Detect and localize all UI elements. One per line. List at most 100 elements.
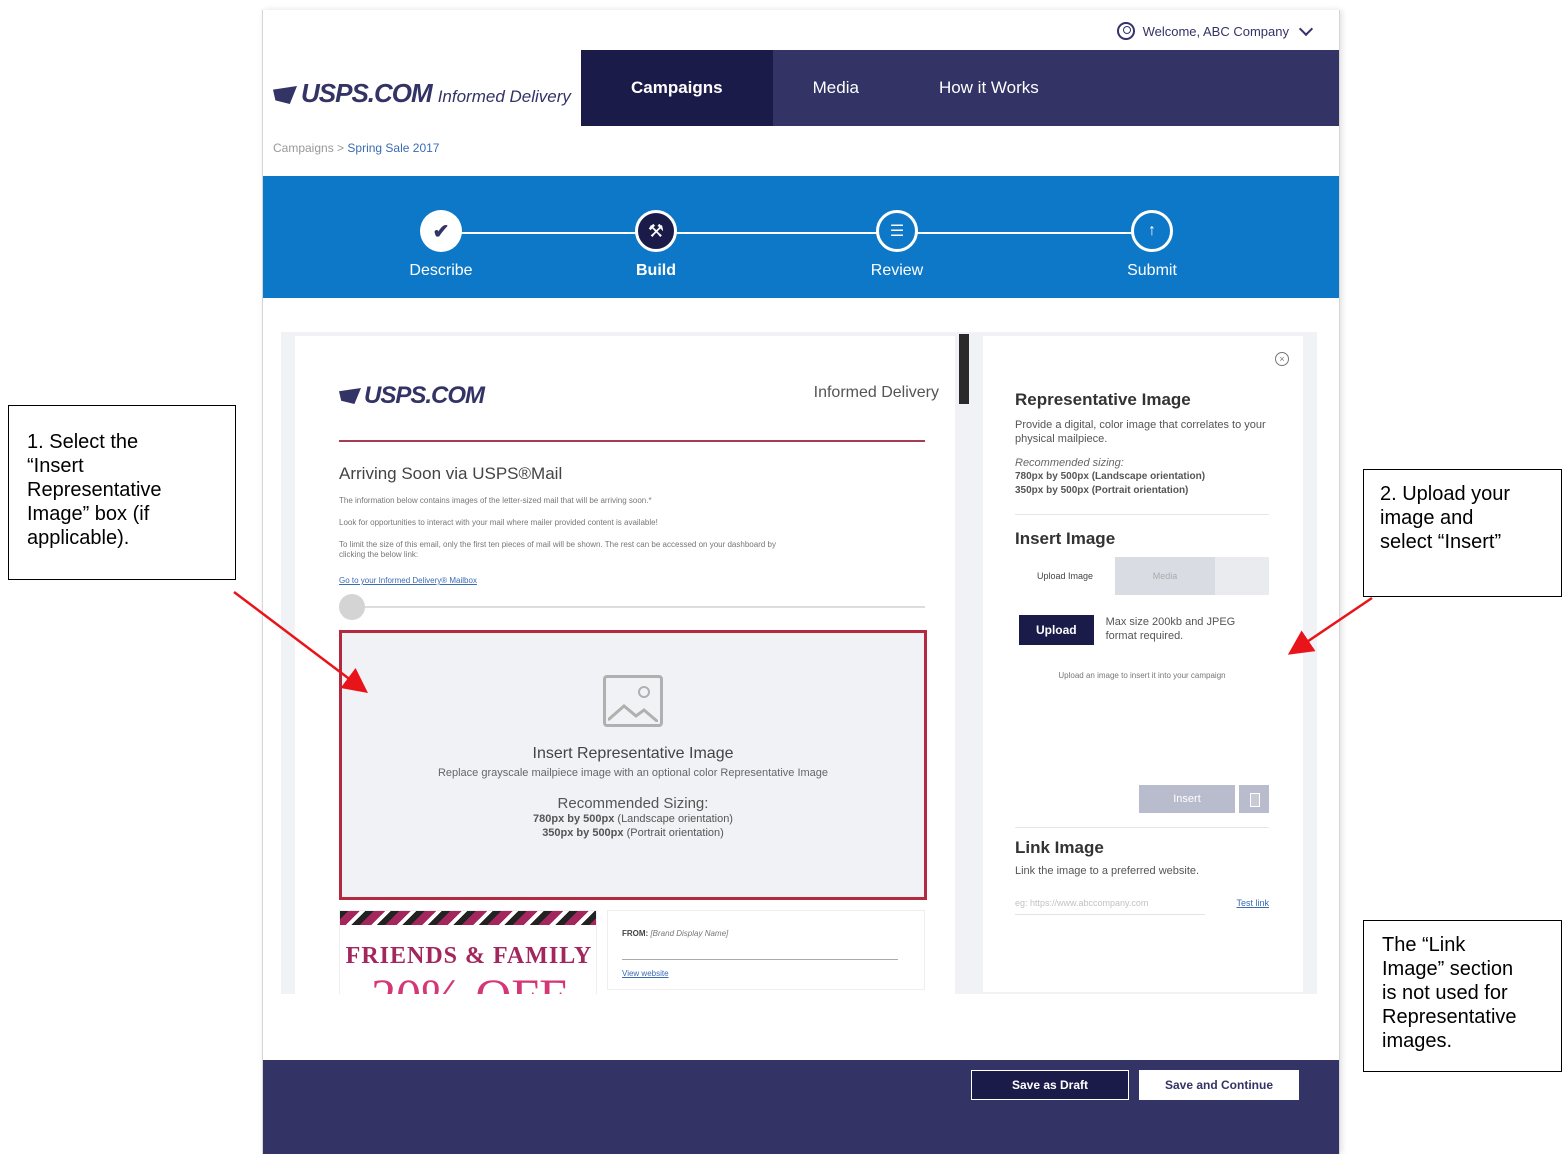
callout-step-1-text: 1. Select the “Insert Representative Ima… [27, 431, 162, 549]
nav-tab-media[interactable]: Media [773, 50, 899, 126]
nav-tab-how-it-works[interactable]: How it Works [899, 50, 1079, 126]
panel-rec-label: Recommended sizing: [1015, 457, 1124, 469]
step-connector [441, 232, 1161, 234]
panel-divider [1015, 514, 1269, 515]
email-preview: USPS.COM Informed Delivery Arriving Soon… [295, 336, 955, 1056]
preview-heading: Arriving Soon via USPS®Mail [339, 464, 563, 483]
rep-box-portrait-size: 350px by 500px [542, 827, 624, 839]
upload-button[interactable]: Upload [1019, 615, 1094, 645]
rep-box-landscape-size: 780px by 500px [533, 813, 615, 825]
callout-step-2: 2. Upload your image and select “Insert” [1363, 469, 1562, 597]
step-submit-label: Submit [1127, 262, 1177, 279]
rep-box-landscape-label: (Landscape orientation) [614, 813, 733, 825]
upload-icon: ↑ [1131, 210, 1173, 252]
content-spacer [263, 994, 1339, 1060]
preview-usps-logo: USPS.COM [339, 382, 485, 410]
list-icon: ☰ [876, 210, 918, 252]
from-line: FROM: [Brand Display Name] [622, 929, 728, 938]
step-build[interactable]: ⚒ Build [596, 210, 716, 280]
rep-box-portrait: 350px by 500px (Portrait orientation) [342, 826, 924, 840]
callout-step-1: 1. Select the “Insert Representative Ima… [8, 405, 236, 580]
preview-paragraph-1: The information below contains images of… [339, 496, 652, 505]
workspace: USPS.COM Informed Delivery Arriving Soon… [281, 332, 1317, 1056]
main-nav: Campaigns Media How it Works [581, 50, 1339, 126]
preview-paragraph-2: Look for opportunities to interact with … [339, 518, 658, 527]
panel-insert-heading: Insert Image [1015, 529, 1116, 548]
rep-box-landscape: 780px by 500px (Landscape orientation) [342, 812, 924, 826]
product-name: Informed Delivery [437, 87, 571, 106]
step-describe-label: Describe [409, 262, 473, 279]
breadcrumb-separator: > [333, 141, 348, 155]
image-icon [603, 675, 663, 727]
step-build-label: Build [636, 262, 676, 279]
insert-tabs: Upload Image Media [1015, 557, 1269, 595]
test-link[interactable]: Test link [1236, 898, 1269, 915]
rep-box-recommended: Recommended Sizing: [557, 795, 709, 812]
wrench-icon: ⚒ [635, 210, 677, 252]
image-icon-mountains [608, 704, 658, 722]
preview-slider-handle[interactable] [339, 594, 365, 620]
panel-rep-heading: Representative Image [1015, 390, 1191, 409]
preview-paragraph-3: To limit the size of this email, only th… [339, 540, 776, 559]
tab-media[interactable]: Media [1115, 557, 1215, 595]
step-describe[interactable]: ✔ Describe [381, 210, 501, 280]
callout-step-2-text: 2. Upload your image and select “Insert” [1380, 483, 1511, 553]
preview-scrollbar-thumb[interactable] [959, 334, 969, 404]
usps-logo: USPS.COM [273, 78, 433, 109]
preview-divider [339, 440, 925, 442]
ad-stripe [340, 911, 596, 925]
image-icon-sun [638, 686, 650, 698]
rep-box-subtitle: Replace grayscale mailpiece image with a… [437, 767, 829, 779]
breadcrumb-root[interactable]: Campaigns [273, 141, 334, 155]
panel-rep-description: Provide a digital, color image that corr… [1015, 419, 1266, 445]
upload-row: Upload Max size 200kb and JPEG format re… [1015, 615, 1269, 645]
ad-headline: FRIENDS & FAMILY [345, 943, 593, 969]
preview-logo-text: USPS.COM [364, 382, 485, 409]
panel-rec-landscape: 780px by 500px (Landscape orientation) [1015, 471, 1206, 482]
progress-steps: ✔ Describe ⚒ Build ☰ Review ↑ Submit [263, 176, 1339, 298]
app-window: Welcome, ABC Company USPS.COM Informed D… [262, 10, 1340, 1154]
panel-link-description: Link the image to a preferred website. [1015, 865, 1200, 877]
tab-upload-image[interactable]: Upload Image [1015, 557, 1115, 595]
user-icon [1116, 22, 1135, 40]
save-and-continue-button[interactable]: Save and Continue [1139, 1070, 1299, 1100]
step-review[interactable]: ☰ Review [837, 210, 957, 280]
mailpiece-from-card: FROM: [Brand Display Name] View website [607, 910, 925, 990]
upload-requirements: Max size 200kb and JPEG format required. [1105, 616, 1236, 642]
welcome-menu[interactable]: Welcome, ABC Company [1116, 21, 1314, 40]
mailbox-link[interactable]: Go to your Informed Delivery® Mailbox [339, 576, 477, 585]
rep-box-portrait-label: (Portrait orientation) [623, 827, 724, 839]
usps-logo-text: USPS.COM [301, 78, 433, 108]
brand[interactable]: USPS.COM Informed Delivery [273, 78, 571, 109]
upload-hint: Upload an image to insert it into your c… [1058, 671, 1226, 680]
callout-note: The “Link Image” section is not used for… [1363, 920, 1562, 1072]
step-submit[interactable]: ↑ Submit [1092, 210, 1212, 280]
from-label: FROM: [622, 929, 649, 938]
panel-rec-portrait: 350px by 500px (Portrait orientation) [1015, 485, 1189, 496]
insert-representative-image-box[interactable]: Insert Representative Image Replace gray… [339, 630, 927, 900]
trash-icon[interactable] [1239, 785, 1269, 813]
breadcrumb: Campaigns > Spring Sale 2017 [273, 141, 439, 155]
screenshot-stage: 1. Select the “Insert Representative Ima… [0, 0, 1562, 1154]
step-review-label: Review [870, 262, 924, 279]
image-side-panel: × Representative Image Provide a digital… [983, 336, 1303, 992]
view-website-link[interactable]: View website [622, 969, 669, 978]
nav-tab-campaigns[interactable]: Campaigns [581, 50, 773, 126]
panel-link-heading: Link Image [1015, 838, 1104, 857]
close-icon[interactable]: × [1275, 352, 1289, 366]
from-divider [622, 959, 898, 960]
top-bar: USPS.COM Informed Delivery Campaigns Med… [263, 50, 1339, 126]
eagle-icon [339, 388, 361, 404]
preview-scrollbar[interactable] [957, 332, 969, 992]
breadcrumb-current: Spring Sale 2017 [347, 141, 440, 155]
link-url-input[interactable]: eg: https://www.abccompany.com [1015, 898, 1205, 915]
eagle-icon [273, 86, 297, 104]
check-icon: ✔ [420, 210, 462, 252]
callout-note-text: The “Link Image” section is not used for… [1382, 934, 1517, 1052]
welcome-text: Welcome, ABC Company [1142, 23, 1289, 39]
rep-box-title: Insert Representative Image [532, 745, 734, 762]
chevron-down-icon [1298, 21, 1314, 36]
save-as-draft-button[interactable]: Save as Draft [971, 1070, 1129, 1100]
link-row: eg: https://www.abccompany.com Test link [1015, 898, 1269, 915]
insert-button[interactable]: Insert [1139, 785, 1235, 813]
